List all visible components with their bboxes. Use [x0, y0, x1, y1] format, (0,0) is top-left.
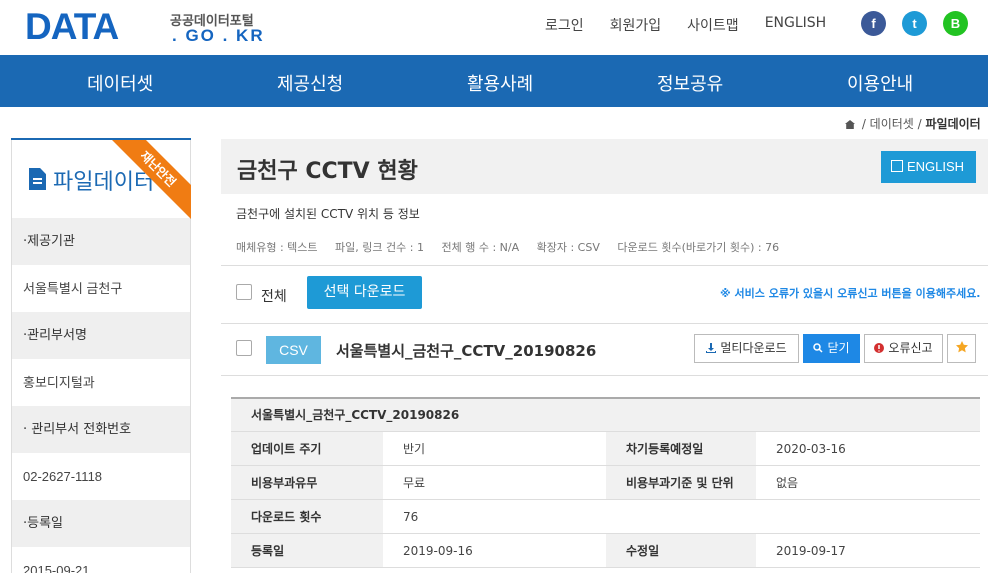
page-title: 금천구 CCTV 현황 [237, 159, 418, 184]
table-row: 다운로드 횟수 76 [231, 500, 980, 534]
sidebar-title-text: 파일데이터 [53, 170, 155, 195]
cost-label: 비용부과유무 [231, 466, 383, 499]
sidebar-title: 파일데이터 재난안전 [11, 140, 191, 224]
home-icon[interactable] [845, 120, 855, 129]
nav-dataset[interactable]: 데이터셋 [87, 70, 153, 96]
phone-value: 02-2627-1118 [11, 453, 191, 500]
modified-date-label: 수정일 [606, 534, 756, 567]
divider [221, 323, 988, 324]
divider [221, 375, 988, 376]
twitter-icon[interactable]: t [902, 11, 927, 36]
registered-date-value: 2019-09-16 [403, 544, 473, 558]
cost-value: 무료 [403, 476, 426, 490]
select-all-label: 전체 [261, 289, 287, 305]
logo-text: DATA [25, 6, 119, 47]
translate-icon [891, 160, 903, 172]
phone-label: · 관리부서 전화번호 [11, 406, 191, 453]
provider-label: ·제공기관 [11, 218, 191, 265]
breadcrumb-dataset[interactable]: 데이터셋 [870, 117, 914, 131]
department-label: ·관리부서명 [11, 312, 191, 359]
main-nav: 데이터셋 제공신청 활용사례 정보공유 이용안내 [0, 55, 988, 107]
multi-download-label: 멀티다운로드 [720, 341, 787, 355]
file-name[interactable]: 서울특별시_금천구_CCTV_20190826 [336, 340, 596, 361]
meta-row-count: 전체 행 수 : N/A [441, 241, 520, 254]
report-error-label: 오류신고 [888, 341, 933, 355]
meta-download-count: 다운로드 횟수(바로가기 횟수) : 76 [617, 241, 780, 254]
sidebar: 파일데이터 재난안전 ·제공기관 서울특별시 금천구 ·관리부서명 홍보디지털과… [11, 138, 191, 573]
english-link[interactable]: ENGLISH [765, 15, 827, 35]
meta-file-count: 파일, 링크 건수 : 1 [335, 241, 424, 254]
dataset-header: 금천구 CCTV 현황 ENGLISH [221, 139, 988, 194]
download-count-label: 다운로드 횟수 [231, 500, 383, 533]
modified-date-value: 2019-09-17 [776, 544, 846, 558]
download-count-value: 76 [403, 510, 419, 524]
nav-request[interactable]: 제공신청 [277, 70, 343, 96]
table-row: 비용부과유무 무료 비용부과기준 및 단위 없음 [231, 466, 980, 500]
breadcrumb-file-data[interactable]: 파일데이터 [926, 117, 981, 131]
registered-value: 2015-09-21 [11, 547, 191, 573]
login-link[interactable]: 로그인 [545, 15, 584, 35]
star-icon [955, 341, 968, 353]
update-cycle-label: 업데이트 주기 [231, 432, 383, 465]
document-icon [29, 168, 46, 190]
nav-info-share[interactable]: 정보공유 [657, 70, 723, 96]
next-register-value: 2020-03-16 [776, 442, 846, 456]
english-button[interactable]: ENGLISH [881, 151, 976, 183]
update-cycle-value: 반기 [403, 442, 426, 456]
dataset-description: 금천구에 설치된 CCTV 위치 등 정보 [236, 207, 420, 221]
signup-link[interactable]: 회원가입 [610, 15, 662, 35]
table-row: 업데이트 주기 반기 차기등록예정일 2020-03-16 [231, 432, 980, 466]
favorite-button[interactable] [947, 334, 976, 363]
registered-date-label: 등록일 [231, 534, 383, 567]
table-row: 등록일 2019-09-16 수정일 2019-09-17 [231, 534, 980, 568]
nav-guide[interactable]: 이용안내 [847, 70, 913, 96]
cost-basis-label: 비용부과기준 및 단위 [606, 466, 756, 499]
sitemap-link[interactable]: 사이트맵 [687, 15, 739, 35]
divider [221, 265, 988, 266]
logo-subtitle-en: . GO . KR [172, 26, 265, 45]
english-button-label: ENGLISH [907, 159, 965, 174]
file-checkbox[interactable] [236, 340, 252, 356]
format-badge: CSV [266, 336, 321, 364]
file-detail-table: 서울특별시_금천구_CCTV_20190826 업데이트 주기 반기 차기등록예… [231, 397, 980, 568]
close-button[interactable]: 닫기 [803, 334, 860, 363]
breadcrumb: / 데이터셋 / 파일데이터 [845, 115, 981, 132]
blog-icon[interactable]: B [943, 11, 968, 36]
alert-icon [874, 343, 885, 353]
detail-title: 서울특별시_금천구_CCTV_20190826 [231, 399, 980, 432]
meta-media-type: 매체유형 : 텍스트 [236, 241, 318, 254]
provider-value: 서울특별시 금천구 [11, 265, 191, 312]
facebook-icon[interactable]: f [861, 11, 886, 36]
top-links: 로그인 회원가입 사이트맵 ENGLISH [545, 15, 852, 35]
dataset-meta: 매체유형 : 텍스트 파일, 링크 건수 : 1 전체 행 수 : N/A 확장… [236, 239, 793, 255]
close-label: 닫기 [827, 341, 850, 355]
nav-usecase[interactable]: 활용사례 [467, 70, 533, 96]
next-register-label: 차기등록예정일 [606, 432, 756, 465]
select-all-checkbox[interactable] [236, 284, 252, 300]
download-icon [706, 343, 717, 353]
report-error-button[interactable]: 오류신고 [864, 334, 943, 363]
select-download-button[interactable]: 선택 다운로드 [307, 276, 422, 309]
error-notice: ※ 서비스 오류가 있을시 오류신고 버튼을 이용해주세요. [720, 287, 981, 300]
search-icon [813, 343, 823, 353]
multi-download-button[interactable]: 멀티다운로드 [694, 334, 799, 363]
meta-extension: 확장자 : CSV [536, 241, 600, 254]
registered-label: ·등록일 [11, 500, 191, 547]
department-value: 홍보디지털과 [11, 359, 191, 406]
cost-basis-value: 없음 [776, 476, 799, 490]
